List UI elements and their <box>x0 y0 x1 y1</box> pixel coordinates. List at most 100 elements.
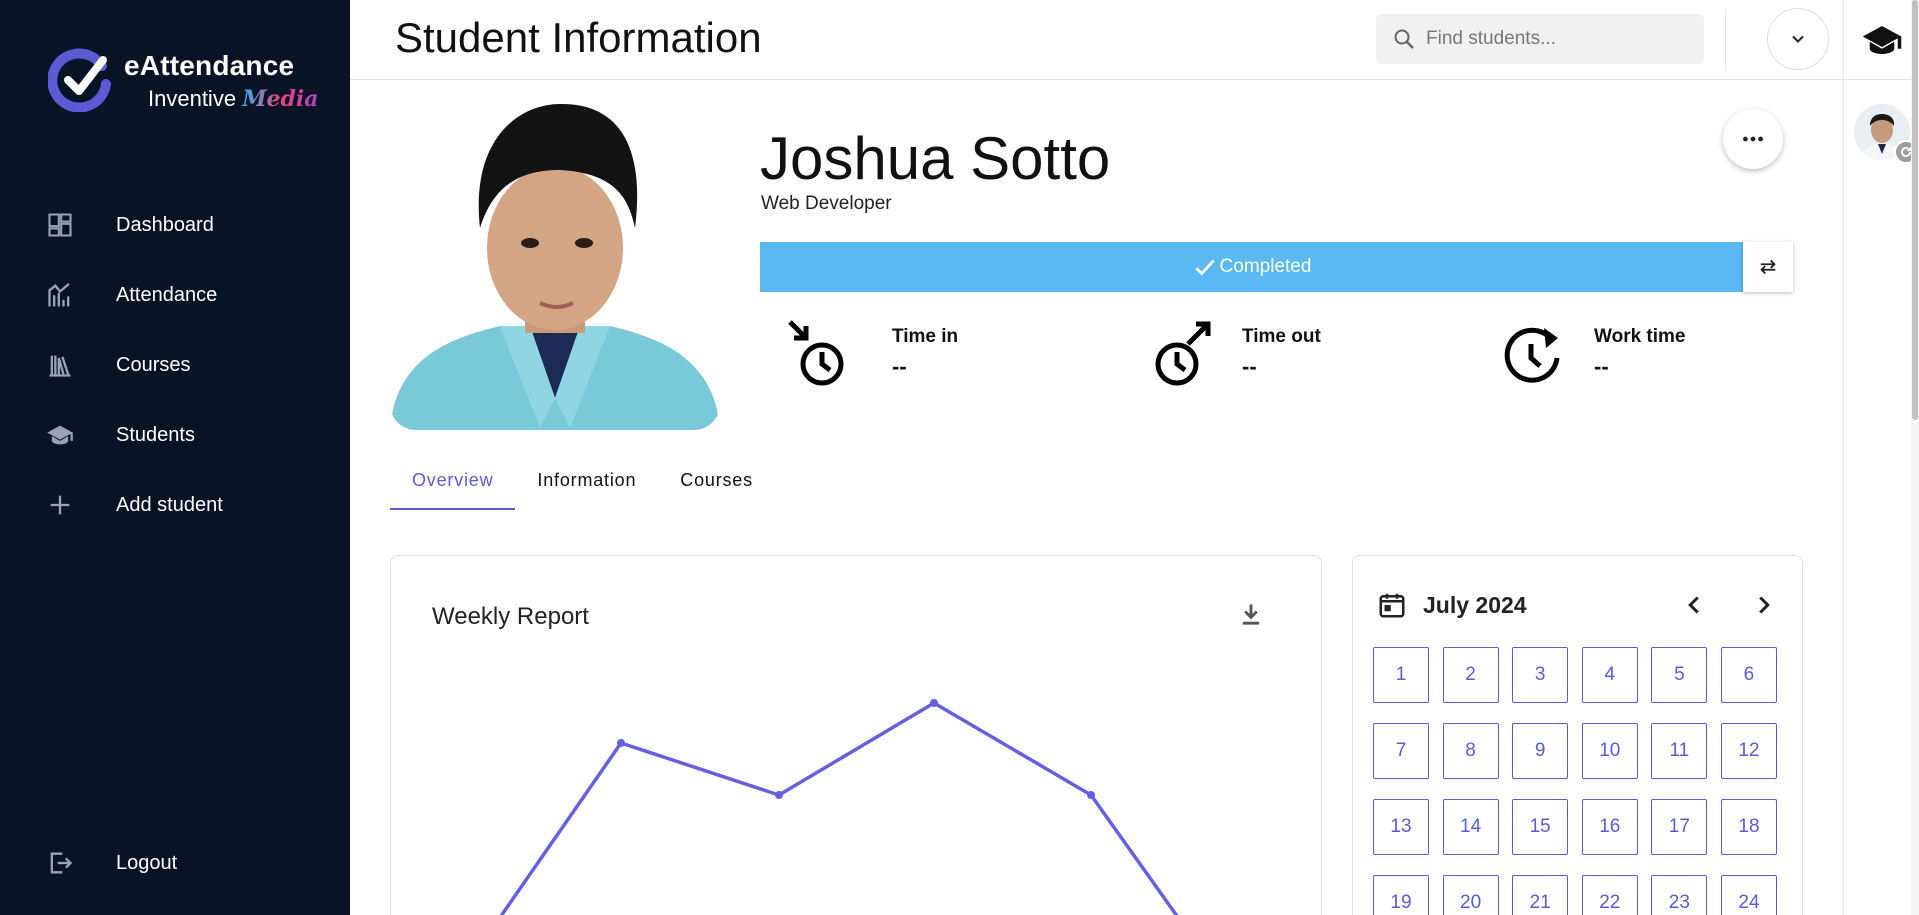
calendar-day[interactable]: 4 <box>1581 647 1638 703</box>
calendar-day[interactable]: 11 <box>1651 723 1708 779</box>
top-bar: Student Information <box>350 0 1843 80</box>
calendar-day[interactable]: 18 <box>1720 799 1777 855</box>
calendar-day[interactable]: 16 <box>1581 799 1638 855</box>
calendar-day[interactable]: 19 <box>1373 875 1429 915</box>
sidebar-item-label: Attendance <box>116 283 218 306</box>
app-subtitle-prefix: Inventive <box>148 86 237 111</box>
calendar-day[interactable]: 10 <box>1581 723 1638 779</box>
graduation-cap-icon <box>47 425 73 445</box>
stat-value: -- <box>1242 354 1257 379</box>
calendar-day[interactable]: 21 <box>1512 875 1569 915</box>
chart-point <box>617 739 625 747</box>
chart-point <box>775 791 783 799</box>
calendar-card: July 2024 1 2 3 4 5 6 7 8 9 10 11 12 13 … <box>1352 555 1803 915</box>
check-icon <box>1194 259 1215 276</box>
swap-status-button[interactable] <box>1743 242 1793 292</box>
swap-arrows-icon <box>1760 259 1776 275</box>
app-logo[interactable]: eAttendance Inventive Media <box>48 46 319 112</box>
sidebar-item-students[interactable]: Students <box>0 400 350 470</box>
sidebar-item-courses[interactable]: Courses <box>0 330 350 400</box>
app-subtitle: Inventive Media <box>148 86 319 112</box>
stat-time-in: Time in -- <box>786 318 958 388</box>
account-dropdown-button[interactable] <box>1767 8 1829 70</box>
logout-icon <box>50 852 73 874</box>
calendar-day[interactable]: 9 <box>1512 723 1569 779</box>
sidebar-item-dashboard[interactable]: Dashboard <box>0 190 350 260</box>
search-icon <box>1394 29 1414 49</box>
calendar-day[interactable]: 8 <box>1442 723 1499 779</box>
sidebar-item-label: Courses <box>116 353 191 376</box>
logo-check-icon <box>48 48 111 112</box>
student-name: Joshua Sotto <box>760 125 1111 192</box>
work-time-clock-icon <box>1504 327 1560 383</box>
status-bar[interactable]: Completed <box>760 242 1743 292</box>
calendar-day[interactable]: 5 <box>1651 647 1708 703</box>
graduation-cap-icon <box>1862 25 1902 54</box>
stat-value: -- <box>892 354 907 379</box>
time-out-clock-icon <box>1155 321 1211 386</box>
calendar-day[interactable]: 6 <box>1720 647 1777 703</box>
stat-label: Time in <box>892 326 959 347</box>
calendar-day[interactable]: 7 <box>1373 723 1429 779</box>
weekly-report-line <box>499 701 1179 915</box>
dashboard-icon <box>48 213 72 237</box>
calendar-day[interactable]: 3 <box>1512 647 1569 703</box>
tab-overview[interactable]: Overview <box>390 460 516 510</box>
report-title: Weekly Report <box>432 603 589 630</box>
chart-point <box>930 699 938 707</box>
plus-icon <box>50 495 70 515</box>
calendar-icon <box>1379 593 1405 618</box>
weekly-report-card: Weekly Report <box>390 555 1322 915</box>
calendar-day[interactable]: 13 <box>1373 799 1429 855</box>
calendar-grid: 1 2 3 4 5 6 7 8 9 10 11 12 13 14 15 16 1… <box>1373 647 1777 915</box>
attendance-chart-icon <box>48 283 70 307</box>
more-options-button[interactable] <box>1723 109 1783 169</box>
calendar-day[interactable]: 2 <box>1442 647 1499 703</box>
page-title: Student Information <box>395 14 762 61</box>
logout-button[interactable]: Logout <box>0 828 350 898</box>
right-rail <box>1843 0 1919 915</box>
sidebar-item-label: Students <box>116 423 195 446</box>
books-icon <box>49 355 71 377</box>
calendar-month: July 2024 <box>1423 591 1527 618</box>
app-subtitle-media: Media <box>242 86 319 112</box>
students-rail-button[interactable] <box>1844 0 1919 80</box>
calendar-day[interactable]: 24 <box>1720 875 1777 915</box>
chevron-down-icon <box>1792 35 1804 43</box>
chevron-right-icon[interactable] <box>1749 590 1779 620</box>
status-label: Completed <box>1219 256 1312 277</box>
logout-section: Logout <box>0 828 350 898</box>
chart-point <box>1087 791 1095 799</box>
search-box[interactable] <box>1376 14 1704 64</box>
sidebar-nav: Dashboard Attendance Courses Students Ad… <box>0 190 350 540</box>
sidebar-item-label: Add student <box>116 493 223 516</box>
calendar-day[interactable]: 1 <box>1373 647 1429 703</box>
more-horizontal-icon <box>1743 136 1763 142</box>
profile-tabs: Overview Information Courses <box>390 460 775 510</box>
student-role: Web Developer <box>761 193 892 214</box>
student-photo <box>390 98 720 430</box>
calendar-day[interactable]: 15 <box>1512 799 1569 855</box>
student-portrait-image <box>390 98 720 430</box>
download-icon[interactable] <box>1237 601 1265 629</box>
tab-courses[interactable]: Courses <box>658 460 775 510</box>
calendar-day[interactable]: 23 <box>1651 875 1708 915</box>
calendar-day[interactable]: 17 <box>1651 799 1708 855</box>
calendar-day[interactable]: 12 <box>1720 723 1777 779</box>
calendar-day[interactable]: 20 <box>1442 875 1499 915</box>
stat-value: -- <box>1594 354 1609 379</box>
stat-work-time: Work time -- <box>1500 318 1686 388</box>
calendar-day[interactable]: 14 <box>1442 799 1499 855</box>
divider <box>1725 10 1726 70</box>
app-name: eAttendance <box>124 50 295 81</box>
sidebar-item-attendance[interactable]: Attendance <box>0 260 350 330</box>
stat-label: Time out <box>1242 326 1321 347</box>
stat-label: Work time <box>1594 326 1686 347</box>
sidebar-item-add-student[interactable]: Add student <box>0 470 350 540</box>
calendar-day[interactable]: 22 <box>1581 875 1638 915</box>
chevron-left-icon[interactable] <box>1679 590 1709 620</box>
sidebar: eAttendance Inventive Media Dashboard At… <box>0 0 350 915</box>
tab-information[interactable]: Information <box>515 460 658 510</box>
scrollbar-thumb[interactable] <box>1912 0 1918 420</box>
search-input[interactable] <box>1426 28 1686 50</box>
